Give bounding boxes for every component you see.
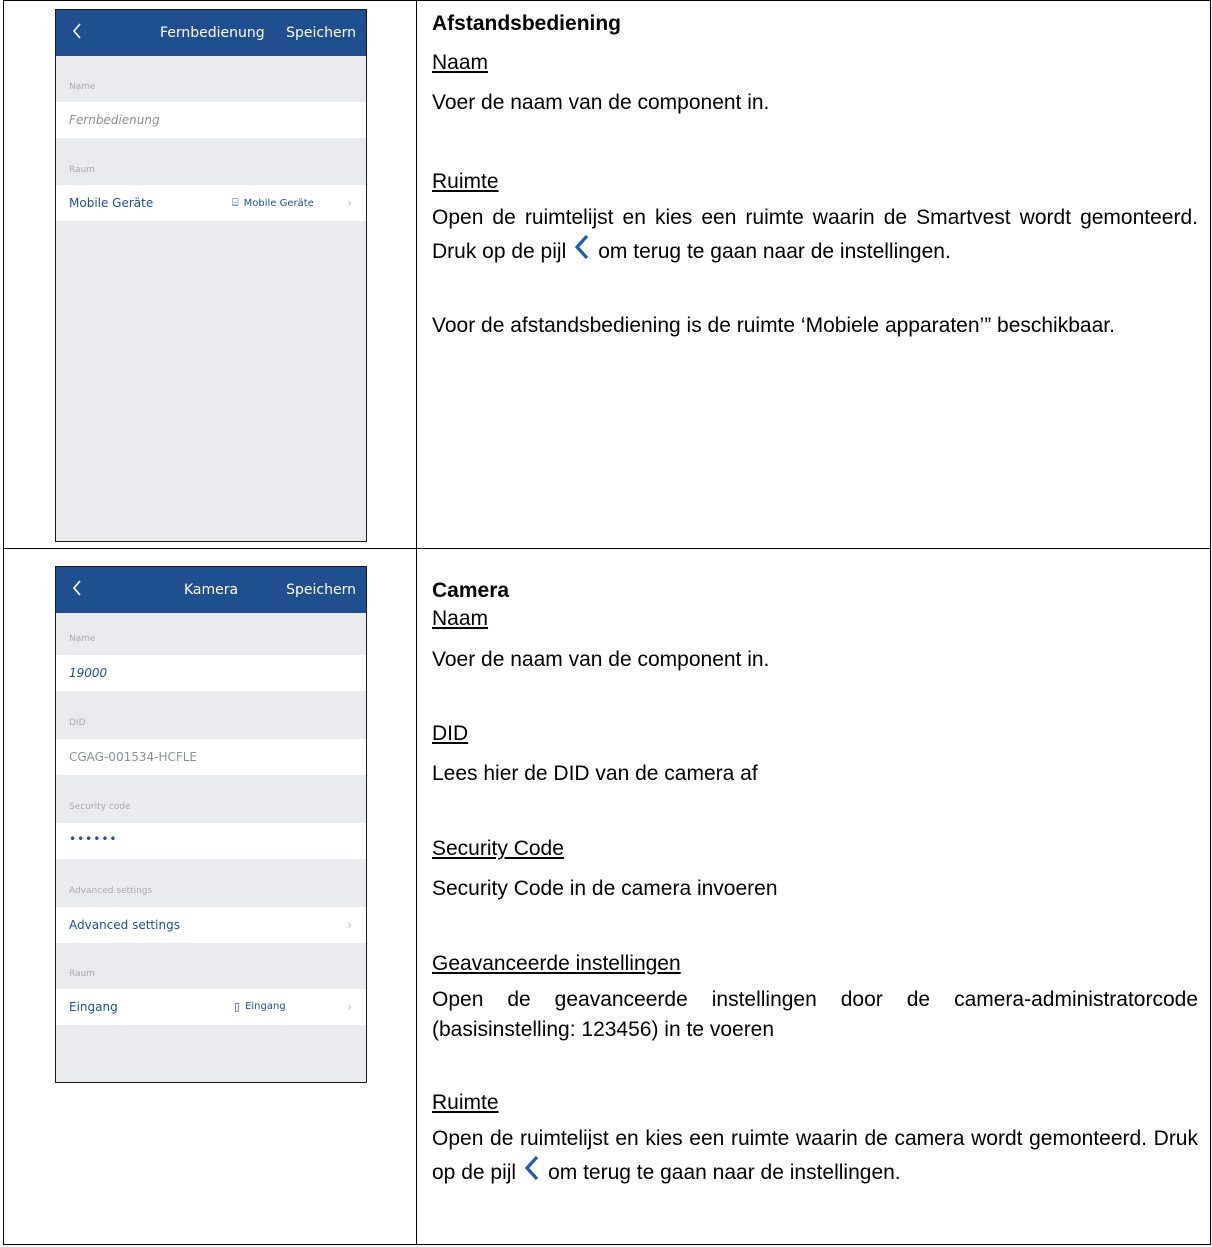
table-left-border xyxy=(3,0,4,1245)
room-value: ▯ Eingang xyxy=(234,1000,286,1013)
ruimte-note: Voor de afstandsbediening is de ruimte ‘… xyxy=(432,314,1115,337)
name-section-label: Name xyxy=(69,82,96,92)
room-row-label: Mobile Geräte xyxy=(69,196,154,210)
room-row[interactable]: Mobile Geräte ⌸ Mobile Geräte › xyxy=(56,185,366,221)
name-input-value: 19000 xyxy=(69,666,108,680)
room-section-label: Raum xyxy=(69,165,96,175)
save-button[interactable]: Speichern xyxy=(286,25,356,41)
chevron-right-icon: › xyxy=(347,196,352,210)
advanced-settings-row[interactable]: Advanced settings › xyxy=(56,907,366,943)
back-arrow-icon[interactable] xyxy=(70,578,84,598)
advanced-settings-label: Advanced settings xyxy=(69,918,180,932)
ruimte-title: Ruimte xyxy=(432,170,499,193)
ruimte-text: Open de ruimtelijst en kies een ruimte w… xyxy=(432,1124,1198,1188)
advanced-settings-title: Geavanceerde instellingen xyxy=(432,952,681,975)
chevron-right-icon: › xyxy=(347,1000,352,1014)
room-row[interactable]: Eingang ▯ Eingang › xyxy=(56,989,366,1025)
section-heading: Afstandsbediening xyxy=(432,12,622,35)
nav-bar: Fernbedienung Speichern xyxy=(56,10,366,56)
room-row-label: Eingang xyxy=(69,1000,118,1014)
table-row-divider xyxy=(3,548,1211,549)
room-value: ⌸ Mobile Geräte xyxy=(232,196,314,210)
naam-text: Voer de naam van de component in. xyxy=(432,648,770,671)
ruimte-text-b: om terug te gaan naar de instellingen. xyxy=(598,240,951,263)
remote-settings-screen: Fernbedienung Speichern Name Fernbedienu… xyxy=(55,9,367,542)
advanced-settings-text: Open de geavanceerde instellingen door d… xyxy=(432,988,1198,1041)
back-arrow-icon xyxy=(524,1155,539,1181)
naam-title: Naam xyxy=(432,51,489,74)
ruimte-text: Open de ruimtelijst en kies een ruimte w… xyxy=(432,203,1198,267)
did-value: CGAG-001534-HCFLE xyxy=(69,750,198,764)
table-column-divider xyxy=(416,0,417,1245)
table-top-border xyxy=(3,0,1211,1)
chevron-right-icon: › xyxy=(347,918,352,932)
name-section-label: Name xyxy=(69,634,96,644)
naam-title: Naam xyxy=(432,607,489,630)
back-arrow-icon[interactable] xyxy=(70,21,84,41)
ruimte-title: Ruimte xyxy=(432,1091,499,1114)
did-text: Lees hier de DID van de camera af xyxy=(432,762,758,785)
did-title: DID xyxy=(432,722,469,745)
did-field: CGAG-001534-HCFLE xyxy=(56,739,366,775)
mobile-devices-icon: ⌸ xyxy=(232,196,239,209)
security-code-title: Security Code xyxy=(432,837,564,860)
name-field[interactable]: 19000 xyxy=(56,655,366,691)
name-input-value: Fernbedienung xyxy=(69,113,160,127)
did-section-label: DID xyxy=(69,718,86,728)
camera-settings-screen: Kamera Speichern Name 19000 DID CGAG-001… xyxy=(55,566,367,982)
security-code-value: •••••• xyxy=(69,832,118,846)
ruimte-text-b: om terug te gaan naar de instellingen. xyxy=(548,1161,901,1184)
page-title: Fernbedienung xyxy=(160,25,265,41)
naam-text: Voer de naam van de component in. xyxy=(432,91,770,114)
advanced-settings-section-label: Advanced settings xyxy=(69,886,153,896)
back-arrow-icon xyxy=(575,234,589,260)
section-heading: Camera xyxy=(432,579,510,602)
page-title: Kamera xyxy=(184,582,239,598)
security-code-text: Security Code in de camera invoeren xyxy=(432,877,778,900)
security-code-field[interactable]: •••••• xyxy=(56,823,366,859)
security-code-section-label: Security code xyxy=(69,802,131,812)
save-button[interactable]: Speichern xyxy=(286,582,356,598)
camera-settings-screen-lower: Raum Eingang ▯ Eingang › xyxy=(55,966,367,1083)
nav-bar: Kamera Speichern xyxy=(56,567,366,613)
entrance-icon: ▯ xyxy=(234,1000,241,1013)
room-value-text: Mobile Geräte xyxy=(243,197,314,209)
room-value-text: Eingang xyxy=(245,1001,286,1012)
table-right-border xyxy=(1210,0,1211,1245)
table-bottom-border xyxy=(3,1244,1211,1245)
name-field[interactable]: Fernbedienung xyxy=(56,102,366,138)
room-section-label: Raum xyxy=(69,969,96,979)
